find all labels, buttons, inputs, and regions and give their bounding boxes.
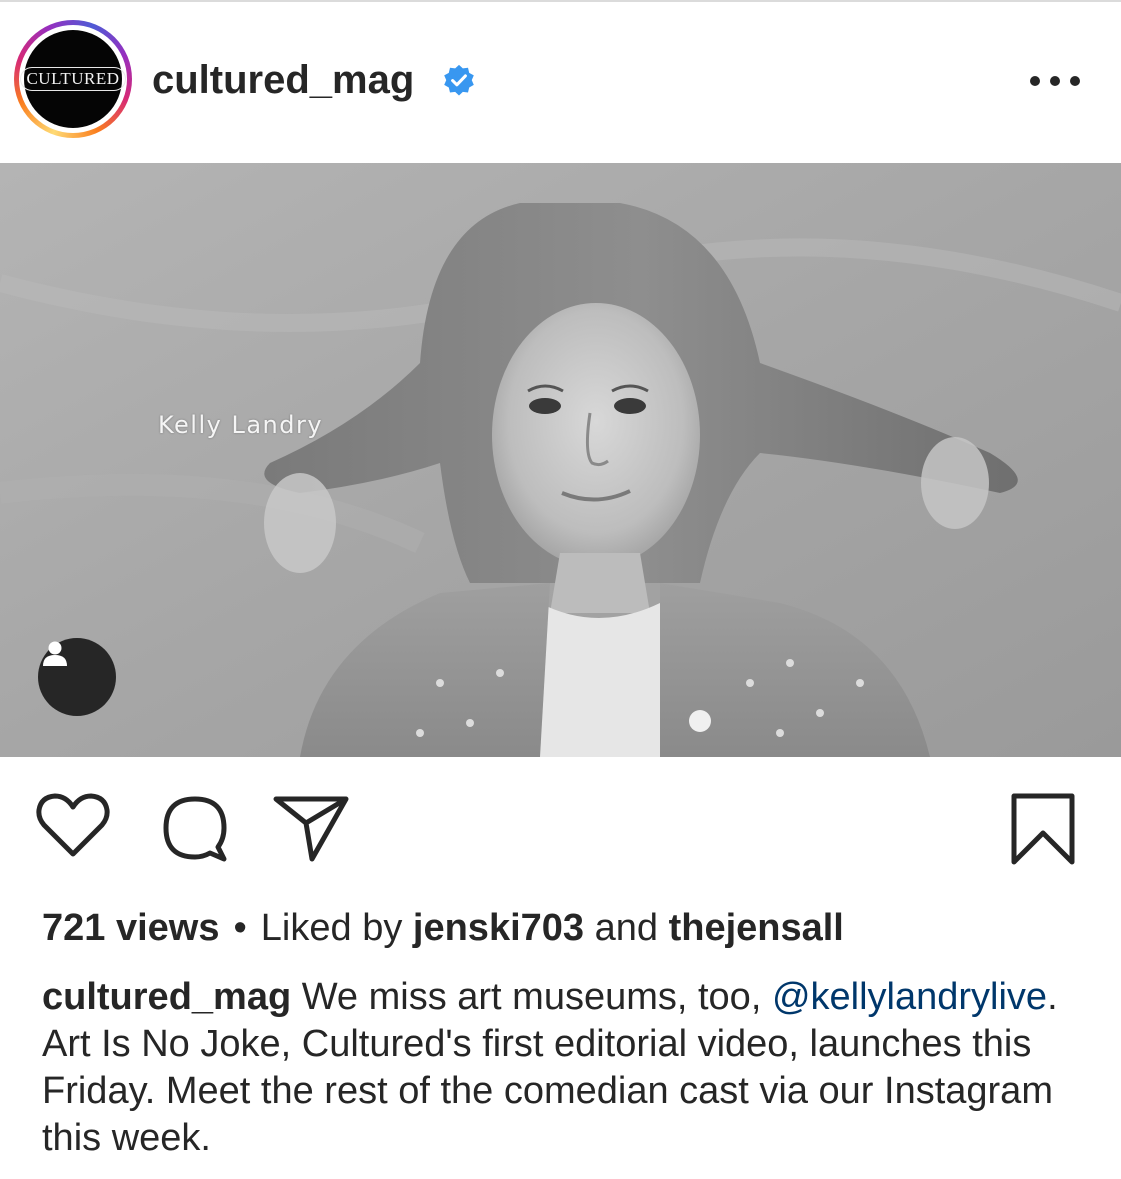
post-photo — [0, 163, 1121, 757]
post-actions — [0, 757, 1121, 887]
post-media[interactable]: Kelly Landry — [0, 163, 1121, 757]
liker-username[interactable]: jenski703 — [413, 907, 584, 949]
post-header: CULTURED cultured_mag — [0, 0, 1121, 163]
send-icon[interactable] — [272, 793, 350, 863]
caption-mention[interactable]: @kellylandrylive — [772, 976, 1047, 1018]
comment-icon[interactable] — [160, 793, 230, 863]
more-options-button[interactable] — [1030, 66, 1080, 96]
story-ring[interactable]: CULTURED — [14, 20, 132, 138]
verified-badge-icon — [444, 64, 474, 96]
bookmark-icon[interactable] — [1010, 793, 1076, 865]
post-username[interactable]: cultured_mag — [152, 56, 414, 104]
conjunction-label: and — [594, 907, 659, 949]
views-count: 721 views — [42, 907, 220, 949]
caption-text: We miss art museums, too, — [301, 976, 762, 1018]
heart-icon[interactable] — [36, 793, 110, 859]
post-caption: cultured_mag We miss art museums, too, @… — [42, 974, 1092, 1162]
tagged-people-button[interactable] — [38, 638, 116, 716]
person-icon — [43, 641, 67, 666]
caption-author[interactable]: cultured_mag — [42, 976, 291, 1018]
post-stats: 721 views • Liked by jenski703 and thejens… — [42, 905, 844, 951]
separator: • — [233, 907, 247, 949]
media-name-overlay: Kelly Landry — [158, 411, 324, 439]
liker-username[interactable]: thejensall — [669, 907, 844, 949]
avatar[interactable]: CULTURED — [20, 30, 126, 128]
avatar-logo: CULTURED — [20, 67, 126, 91]
more-horizontal-icon — [1030, 76, 1040, 86]
liked-by-label: Liked by — [260, 907, 403, 949]
